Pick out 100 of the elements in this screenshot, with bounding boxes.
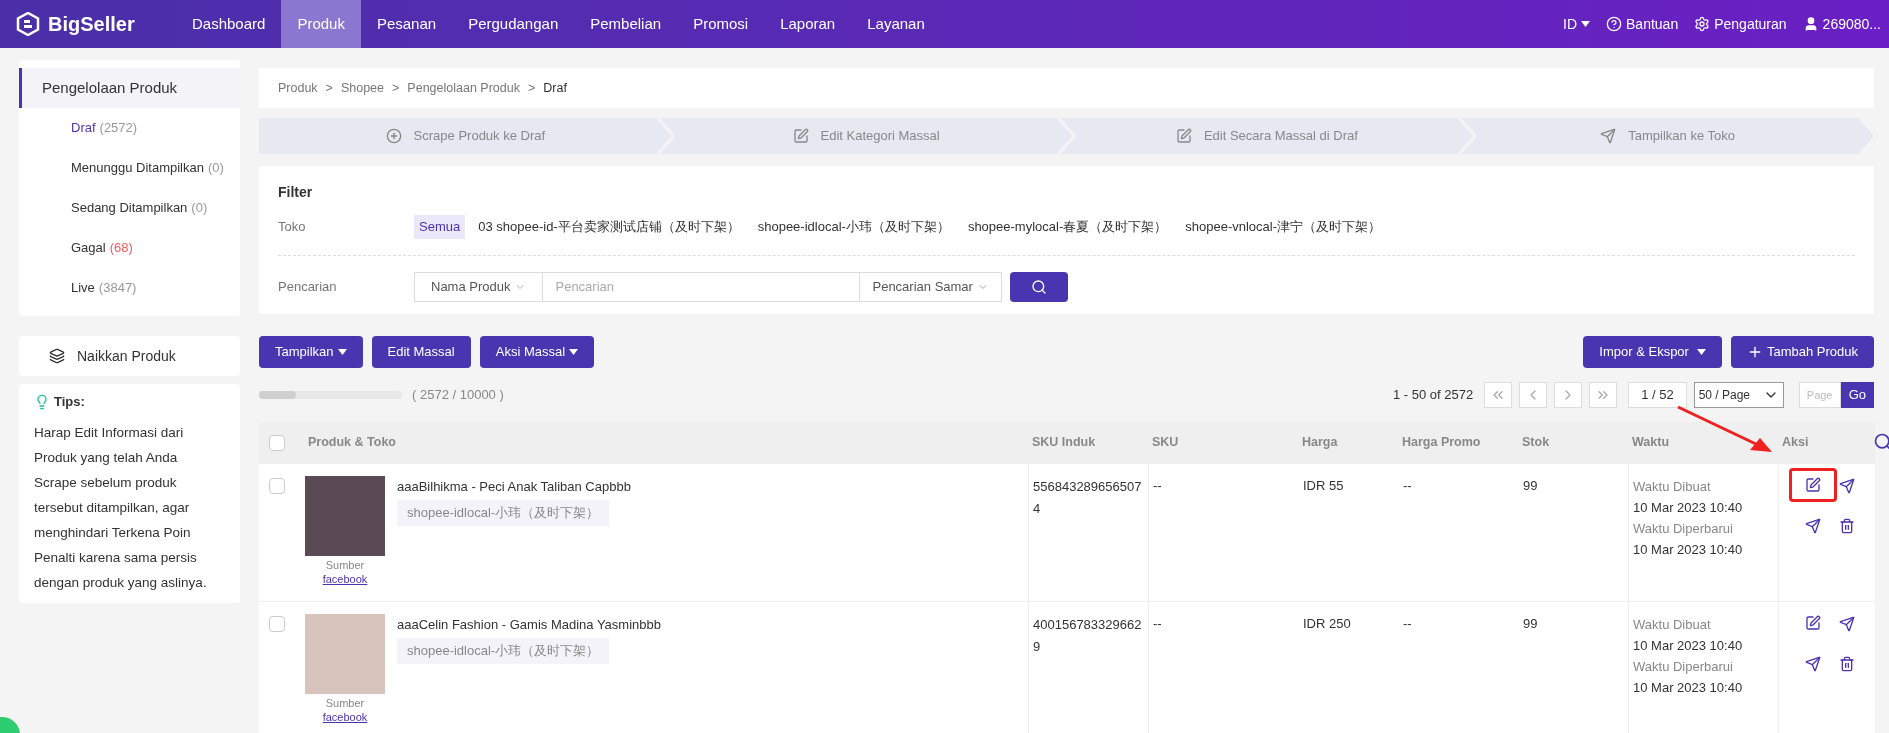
source-link[interactable]: facebook — [322, 709, 368, 724]
breadcrumb-separator: > — [527, 79, 536, 97]
created-time: 10 Mar 2023 10:40 — [1633, 498, 1743, 517]
toolbar-button[interactable]: Impor & Ekspor — [1583, 335, 1722, 368]
caret-icon — [1696, 348, 1706, 355]
edit-icon — [792, 128, 809, 144]
column-header: Aksi — [1782, 435, 1809, 450]
paper-plane-icon — [1805, 517, 1821, 534]
caret-icon — [337, 348, 347, 355]
store-option[interactable]: 03 shopee-id-平台卖家测试店铺（及时下架） — [473, 215, 745, 239]
page-indicator: 1 / 52 — [1628, 381, 1687, 408]
edit-icon — [1175, 128, 1192, 144]
lightbulb-icon — [34, 393, 50, 410]
quota-count: ( 2572 / 10000 ) — [412, 385, 504, 404]
store-option[interactable]: shopee-idlocal-小玮（及时下架） — [752, 215, 955, 239]
product-name[interactable]: aaaBilhikma - Peci Anak Taliban Capbbb — [397, 476, 631, 496]
store-tag: shopee-idlocal-小玮（及时下架） — [397, 638, 610, 664]
settings-link[interactable]: Pengaturan — [1714, 13, 1787, 35]
paper-plane-icon — [1600, 128, 1617, 144]
price: IDR 55 — [1303, 477, 1344, 493]
breadcrumb-separator: > — [392, 79, 400, 97]
updated-label: Waktu Diperbarui — [1633, 519, 1733, 538]
tips-title: Tips: — [54, 393, 85, 411]
nav-tab[interactable]: Pesanan — [360, 0, 453, 48]
stock: 99 — [1523, 615, 1538, 631]
store-option[interactable]: shopee-mylocal-春夏（及时下架） — [962, 215, 1173, 239]
search-by-select[interactable]: Nama Produk — [414, 271, 544, 302]
paper-plane-icon — [1805, 655, 1821, 672]
price: IDR 250 — [1303, 615, 1351, 631]
paper-plane-icon — [1839, 477, 1855, 494]
column-header: SKU — [1152, 435, 1179, 450]
column-header: SKU Induk — [1032, 435, 1096, 450]
created-time: 10 Mar 2023 10:40 — [1633, 636, 1743, 655]
updated-label: Waktu Diperbarui — [1633, 657, 1733, 676]
search-button[interactable] — [1009, 271, 1068, 302]
search-icon — [1030, 278, 1047, 295]
nav-tab[interactable]: Promosi — [677, 0, 765, 48]
column-header: Stok — [1522, 435, 1550, 450]
breadcrumb-link[interactable]: Pengelolaan Produk — [407, 78, 520, 98]
logo-icon — [16, 12, 40, 36]
step-label: Edit Secara Massal di Draf — [1203, 127, 1358, 146]
sidebar-item[interactable]: Live (3847) — [19, 268, 240, 308]
product-name[interactable]: aaaCelin Fashion - Gamis Madina Yasminbbb — [397, 614, 661, 634]
column-header: Waktu — [1632, 435, 1670, 450]
sidebar-item[interactable]: Sedang Ditampilkan (0) — [19, 188, 240, 228]
sidebar-title[interactable]: Pengelolaan Produk — [19, 68, 240, 108]
page-input[interactable]: Page — [1798, 381, 1841, 408]
sidebar-item[interactable]: Draf (2572) — [19, 108, 240, 148]
user-name[interactable]: 269080... — [1822, 13, 1881, 35]
step-label: Scrape Produk ke Draf — [413, 127, 546, 146]
row-checkbox[interactable] — [269, 615, 285, 632]
brand-name: BigSeller — [48, 12, 135, 37]
toolbar-button[interactable]: Aksi Massal — [479, 335, 595, 368]
store-tag: shopee-idlocal-小玮（及时下架） — [397, 500, 610, 526]
help-link[interactable]: Bantuan — [1626, 13, 1679, 35]
nav-tab[interactable]: Pembelian — [574, 0, 678, 48]
edit-button[interactable] — [1789, 467, 1837, 502]
source-label: Sumber — [325, 557, 365, 572]
store-option[interactable]: Semua — [414, 215, 466, 239]
nav-tab[interactable]: Dashboard — [176, 0, 282, 48]
language-dropdown[interactable]: ID — [1563, 13, 1591, 35]
search-input[interactable]: Pencarian — [543, 271, 860, 302]
source-label: Sumber — [325, 695, 365, 710]
toolbar-button[interactable]: Tambah Produk — [1730, 335, 1874, 368]
caret-icon — [569, 348, 579, 355]
go-button[interactable]: Go — [1840, 381, 1874, 408]
select-all-checkbox[interactable] — [269, 434, 285, 451]
sku-cell: -- — [1153, 477, 1162, 493]
promo-price: -- — [1403, 615, 1412, 631]
updated-time: 10 Mar 2023 10:40 — [1633, 678, 1743, 697]
edit-icon — [1805, 614, 1821, 631]
column-header: Harga Promo — [1402, 435, 1481, 450]
search-mode-select[interactable]: Pencarian Samar — [859, 271, 1002, 302]
parent-sku: 5568432896565074 — [1033, 478, 1142, 516]
store-option[interactable]: shopee-vnlocal-津宁（及时下架） — [1180, 215, 1387, 239]
page-range: 1 - 50 of 2572 — [1392, 385, 1474, 404]
breadcrumb-link[interactable]: Draf — [543, 78, 567, 98]
search-icon[interactable] — [1873, 432, 1889, 452]
nav-tab[interactable]: Layanan — [851, 0, 941, 48]
breadcrumb-link[interactable]: Produk — [278, 78, 318, 98]
source-link[interactable]: facebook — [322, 571, 368, 586]
nav-tab[interactable]: Pergudangan — [452, 0, 575, 48]
breadcrumb-link[interactable]: Shopee — [340, 78, 385, 98]
page-size-select[interactable]: 50 / Page — [1693, 381, 1784, 408]
filter-title: Filter — [278, 183, 314, 202]
row-checkbox[interactable] — [269, 477, 285, 494]
edit-icon — [1805, 476, 1821, 493]
column-header: Harga — [1302, 435, 1338, 450]
sidebar-item[interactable]: Menunggu Ditampilkan (0) — [19, 148, 240, 188]
updated-time: 10 Mar 2023 10:40 — [1633, 540, 1743, 559]
toolbar-button[interactable]: Edit Massal — [371, 335, 471, 368]
upload-product-button[interactable]: Naikkan Produk — [19, 336, 240, 376]
nav-tab[interactable]: Laporan — [764, 0, 852, 48]
caret-icon — [1581, 21, 1591, 27]
step-label: Edit Kategori Massal — [820, 127, 940, 146]
toolbar-button[interactable]: Tampilkan — [259, 335, 363, 368]
nav-tab[interactable]: Produk — [281, 0, 361, 48]
sidebar-item[interactable]: Gagal (68) — [19, 228, 240, 268]
trash-icon — [1839, 655, 1855, 672]
trash-icon — [1839, 517, 1855, 534]
